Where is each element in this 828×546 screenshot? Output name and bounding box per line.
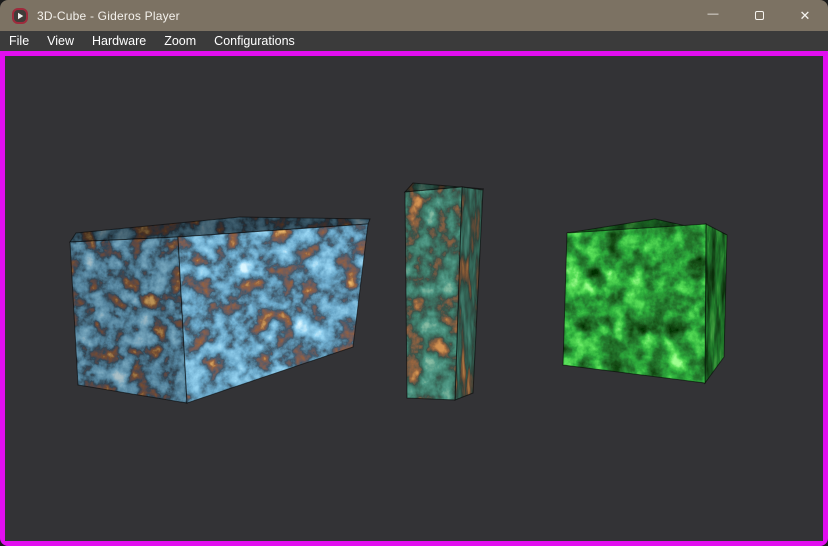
close-button[interactable]: ✕ bbox=[782, 0, 828, 31]
titlebar[interactable]: 3D-Cube - Gideros Player — ✕ bbox=[0, 0, 828, 31]
window-title: 3D-Cube - Gideros Player bbox=[37, 9, 180, 23]
menubar: File View Hardware Zoom Configurations bbox=[0, 31, 828, 51]
player-viewport[interactable] bbox=[0, 51, 828, 546]
menu-hardware[interactable]: Hardware bbox=[83, 31, 155, 51]
green-rock-cube bbox=[563, 219, 727, 383]
blue-rock-box-front-face-shading bbox=[178, 224, 368, 403]
dark-green-column bbox=[405, 183, 484, 400]
menu-file[interactable]: File bbox=[0, 31, 38, 51]
minimize-button[interactable]: — bbox=[690, 0, 736, 31]
blue-rock-box bbox=[70, 217, 370, 403]
close-icon: ✕ bbox=[800, 9, 811, 22]
gideros-player-icon bbox=[12, 8, 28, 24]
gideros-player-window: 3D-Cube - Gideros Player — ✕ File View H… bbox=[0, 0, 828, 546]
scene-svg bbox=[5, 56, 823, 541]
window-controls: — ✕ bbox=[690, 0, 828, 31]
maximize-icon bbox=[755, 11, 764, 20]
menu-configurations[interactable]: Configurations bbox=[205, 31, 304, 51]
blue-rock-box-left-face-shading bbox=[70, 237, 187, 403]
maximize-button[interactable] bbox=[736, 0, 782, 31]
menu-zoom[interactable]: Zoom bbox=[155, 31, 205, 51]
dark-green-column-front-face-shading bbox=[405, 187, 462, 400]
green-rock-cube-right-face-shading bbox=[705, 224, 727, 383]
minimize-icon: — bbox=[708, 9, 719, 20]
green-rock-cube-front-face-shading bbox=[563, 224, 706, 383]
menu-view[interactable]: View bbox=[38, 31, 83, 51]
